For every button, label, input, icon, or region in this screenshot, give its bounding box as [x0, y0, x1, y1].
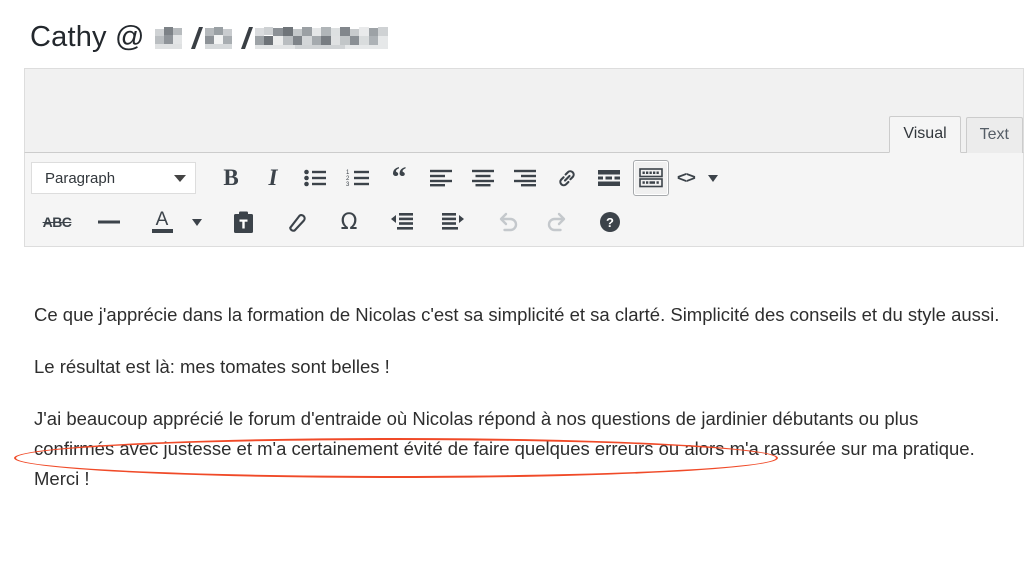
text-color-icon: A [155, 209, 169, 230]
text-color-swatch [151, 229, 173, 233]
indent-button[interactable] [435, 204, 471, 240]
editor-mode-tabs: Visual Text [884, 116, 1023, 153]
horizontal-rule-button[interactable] [91, 204, 127, 240]
indent-icon [442, 212, 464, 230]
eraser-icon [289, 214, 306, 232]
help-icon: ? [600, 212, 620, 232]
content-paragraph-1: Ce que j'apprécie dans la formation de N… [34, 304, 1000, 325]
paste-as-text-button[interactable] [225, 204, 261, 240]
chevron-down-icon [174, 174, 186, 182]
svg-text:3: 3 [346, 182, 350, 187]
code-button[interactable]: <> [675, 160, 697, 196]
bulleted-list-button[interactable] [297, 160, 333, 196]
page-title-text: Cathy @ [30, 21, 145, 53]
code-icon: <> [677, 168, 696, 187]
format-select-value: Paragraph [45, 169, 116, 187]
redo-icon [547, 212, 566, 232]
special-character-button[interactable]: Ω [331, 204, 367, 240]
format-select[interactable]: Paragraph [31, 162, 196, 194]
toolbar-toggle-button[interactable] [633, 160, 669, 196]
italic-icon: I [268, 165, 278, 190]
read-more-icon [598, 170, 620, 186]
blockquote-icon: “ [391, 161, 407, 194]
outdent-icon [391, 212, 413, 230]
editor-media-bar: Visual Text [24, 68, 1024, 153]
align-center-button[interactable] [465, 160, 501, 196]
chevron-down-icon [708, 174, 719, 182]
align-right-icon [514, 169, 536, 187]
editor-toolbar: Paragraph B I 1 2 3 “ <> ABC A Ω ? [24, 153, 1024, 247]
post-editor: Visual Text Paragraph B I 1 2 3 “ <> ABC… [24, 68, 1024, 247]
blockquote-button[interactable]: “ [381, 160, 417, 196]
align-center-icon [472, 169, 494, 187]
clipboard-text-icon [233, 211, 253, 233]
svg-text:?: ? [606, 215, 614, 230]
link-icon [559, 170, 575, 187]
tab-visual[interactable]: Visual [889, 116, 961, 153]
text-color-button[interactable]: A [144, 204, 180, 240]
strikethrough-button[interactable]: ABC [34, 204, 80, 240]
numbered-list-icon: 1 2 3 [346, 170, 369, 187]
help-button[interactable]: ? [592, 204, 628, 240]
italic-button[interactable]: I [255, 160, 291, 196]
omega-icon: Ω [340, 209, 358, 235]
toolbar-row-1: Paragraph B I 1 2 3 “ <> [25, 153, 1023, 198]
toolbar-row-2: ABC A Ω ? [25, 198, 1023, 246]
insert-link-button[interactable] [549, 160, 585, 196]
tab-text[interactable]: Text [965, 117, 1023, 153]
page-title: Cathy @ [30, 18, 415, 56]
redo-button[interactable] [539, 204, 575, 240]
redacted-date-mosaic [154, 25, 415, 51]
align-left-icon [430, 169, 452, 187]
outdent-button[interactable] [384, 204, 420, 240]
read-more-button[interactable] [591, 160, 627, 196]
keyboard-toolbar-icon [639, 168, 663, 188]
editor-content-area[interactable]: Ce que j'apprécie dans la formation de N… [34, 300, 1002, 516]
bulleted-list-icon [304, 169, 326, 187]
bold-icon: B [223, 165, 239, 190]
undo-button[interactable] [490, 204, 526, 240]
strikethrough-icon: ABC [42, 214, 72, 230]
align-left-button[interactable] [423, 160, 459, 196]
horizontal-rule-icon [98, 220, 120, 224]
chevron-down-icon [191, 218, 202, 226]
text-color-dropdown-button[interactable] [186, 204, 206, 240]
code-dropdown-button[interactable] [703, 160, 723, 196]
numbered-list-button[interactable]: 1 2 3 [339, 160, 375, 196]
bold-button[interactable]: B [213, 160, 249, 196]
content-paragraph-3: J'ai beaucoup apprécié le forum d'entrai… [34, 408, 975, 489]
content-paragraph-2: Le résultat est là: mes tomates sont bel… [34, 356, 390, 377]
clear-formatting-button[interactable] [278, 204, 314, 240]
undo-icon [499, 212, 518, 232]
align-right-button[interactable] [507, 160, 543, 196]
